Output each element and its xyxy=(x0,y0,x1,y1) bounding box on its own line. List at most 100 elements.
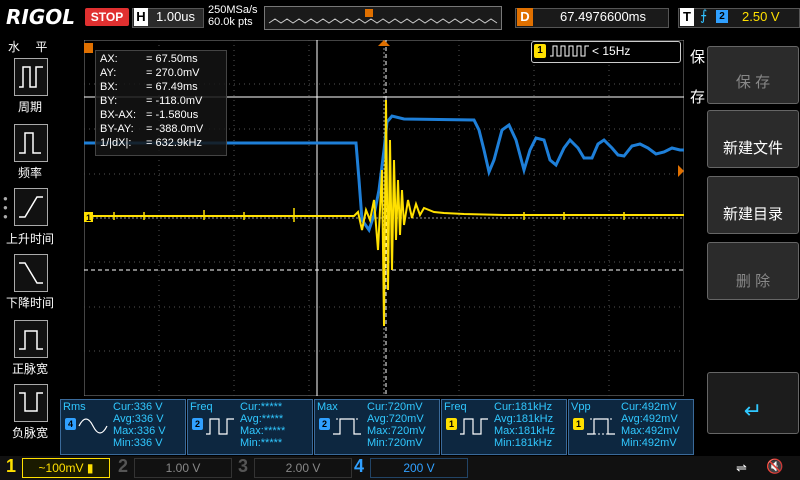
measurement-channel: 2 xyxy=(192,418,203,430)
measurement-cur: Cur:***** xyxy=(240,401,283,413)
measurement-avg: Avg:181kHz xyxy=(494,413,554,425)
cursor-row-name: BX: xyxy=(100,81,118,93)
fall-time-label: 下降时间 xyxy=(5,296,54,310)
vpp-wave-icon xyxy=(587,418,615,435)
frequency-icon xyxy=(19,132,41,154)
timebase-label: H xyxy=(134,8,148,26)
fall-time-icon xyxy=(19,262,43,284)
pulse-train-icon xyxy=(550,45,589,57)
trigger-label: T xyxy=(680,8,694,26)
delete-button[interactable]: 删 除 xyxy=(707,242,799,300)
channel-3-scale[interactable]: 2.00 V xyxy=(254,458,352,478)
measurement-vpp-ch1[interactable]: Vpp 1 Cur:492mV Avg:492mV Max:492mV Min:… xyxy=(568,399,694,455)
frequency-button[interactable] xyxy=(14,124,48,162)
new-file-button[interactable]: 新建文件 xyxy=(707,110,799,168)
trigger-box[interactable] xyxy=(678,8,800,28)
measurement-max: Max:336 V xyxy=(113,425,166,437)
measurement-freq-ch1[interactable]: Freq 1 Cur:181kHz Avg:181kHz Max:181kHz … xyxy=(441,399,567,455)
memory-depth: 60.0k pts xyxy=(208,16,253,28)
measurement-rms[interactable]: Rms 4 Cur:336 V Avg:336 V Max:336 V Min:… xyxy=(60,399,186,455)
new-folder-label: 新建目录 xyxy=(722,206,783,223)
memory-position-bar[interactable] xyxy=(264,6,502,30)
channel-1-scale-value: 100mV xyxy=(45,461,84,475)
positive-width-button[interactable] xyxy=(14,320,48,358)
save-button[interactable]: 保 存 xyxy=(707,46,799,104)
frequency-wave-icon xyxy=(460,418,488,435)
cursor-row-name: BY: xyxy=(100,95,118,107)
measurement-min: Min:720mV xyxy=(367,437,423,449)
measurement-avg: Avg:***** xyxy=(240,413,284,425)
cursor-row-value: = 632.9kHz xyxy=(146,137,202,149)
measurement-channel: 2 xyxy=(319,418,330,430)
delay-label: D xyxy=(517,8,533,26)
return-button[interactable]: ↵ xyxy=(707,372,799,434)
channel-2-scale[interactable]: 1.00 V xyxy=(134,458,232,478)
measurement-max-ch2[interactable]: Max 2 Cur:720mV Avg:720mV Max:720mV Min:… xyxy=(314,399,440,455)
save-button-label: 保 存 xyxy=(735,74,771,91)
cursor-readout: AX: = 67.50ms AY: = 270.0mV BX: = 67.49m… xyxy=(95,50,227,156)
delete-button-label: 删 除 xyxy=(735,273,771,290)
negative-width-icon xyxy=(19,392,43,412)
cursor-marker-top xyxy=(84,43,93,53)
cursor-row-value: = 67.49ms xyxy=(146,81,198,93)
new-folder-button[interactable]: 新建目录 xyxy=(707,176,799,234)
measurement-avg: Avg:720mV xyxy=(367,413,424,425)
measurement-name: Rms xyxy=(63,401,86,413)
measurement-max: Max:181kHz xyxy=(494,425,556,437)
positive-width-label: 正脉宽 xyxy=(11,362,48,376)
measurement-max: Max:720mV xyxy=(367,425,426,437)
rise-time-icon xyxy=(19,196,43,218)
rising-edge-icon: ⨍ xyxy=(700,7,708,23)
run-stop-indicator[interactable]: STOP xyxy=(85,8,129,26)
new-file-label: 新建文件 xyxy=(722,140,783,157)
measurement-max: Max:***** xyxy=(240,425,286,437)
period-button[interactable] xyxy=(14,58,48,96)
measurement-min: Min:***** xyxy=(240,437,283,449)
cursor-row-value: = 270.0mV xyxy=(146,67,200,79)
svg-text:1: 1 xyxy=(86,213,91,223)
rise-dots-icon: ● ● ● xyxy=(3,194,8,221)
battery-icon: ▮ xyxy=(86,461,94,475)
negative-width-button[interactable] xyxy=(14,384,48,422)
measurement-avg: Avg:336 V xyxy=(113,413,164,425)
period-label: 周期 xyxy=(17,100,42,114)
positive-width-icon xyxy=(19,330,43,350)
rise-time-label: 上升时间 xyxy=(5,232,54,246)
fall-time-button[interactable] xyxy=(14,254,48,292)
cursor-row-name: AY: xyxy=(100,67,117,79)
channel-4-number[interactable]: 4 xyxy=(354,456,364,477)
channel-4-scale-value: 200 V xyxy=(403,461,435,475)
trigger-source: 2 xyxy=(716,10,728,23)
sample-info: 250MSa/s 60.0k pts xyxy=(208,4,258,28)
rise-time-button[interactable] xyxy=(14,188,48,226)
negative-width-label: 负脉宽 xyxy=(11,426,48,440)
trigger-level: 2.50 V xyxy=(742,9,780,24)
channel-4-scale[interactable]: 200 V xyxy=(370,458,468,478)
delay-value: 67.4976600ms xyxy=(560,9,647,24)
frequency-counter-value: < 15Hz xyxy=(592,44,631,58)
sample-rate: 250MSa/s xyxy=(208,4,258,16)
measurement-cur: Cur:336 V xyxy=(113,401,163,413)
channel-3-number[interactable]: 3 xyxy=(238,456,248,477)
measurement-name: Freq xyxy=(190,401,213,413)
measurement-cur: Cur:720mV xyxy=(367,401,423,413)
cursor-row-value: = -118.0mV xyxy=(146,95,203,107)
cursor-row-value: = -388.0mV xyxy=(146,123,204,135)
mute-speaker-icon[interactable]: 🔇 xyxy=(766,458,783,475)
measurement-name: Max xyxy=(317,401,338,413)
channel-2-number[interactable]: 2 xyxy=(118,456,128,477)
measurement-min: Min:181kHz xyxy=(494,437,553,449)
measurement-channel: 1 xyxy=(573,418,584,430)
rms-wave-icon xyxy=(78,418,108,434)
cursor-row-value: = -1.580us xyxy=(146,109,199,121)
channel-1-number[interactable]: 1 xyxy=(6,456,16,477)
cursor-row-name: AX: xyxy=(100,53,118,65)
measurement-min: Min:492mV xyxy=(621,437,677,449)
measurement-freq-ch2[interactable]: Freq 2 Cur:***** Avg:***** Max:***** Min… xyxy=(187,399,313,455)
return-icon: ↵ xyxy=(743,398,763,423)
period-icon xyxy=(19,66,43,88)
memory-waveform-overview xyxy=(268,9,498,24)
channel-1-scale[interactable]: ~100mV ▮ xyxy=(22,458,110,478)
max-wave-icon xyxy=(333,418,361,435)
measurement-cur: Cur:181kHz xyxy=(494,401,553,413)
